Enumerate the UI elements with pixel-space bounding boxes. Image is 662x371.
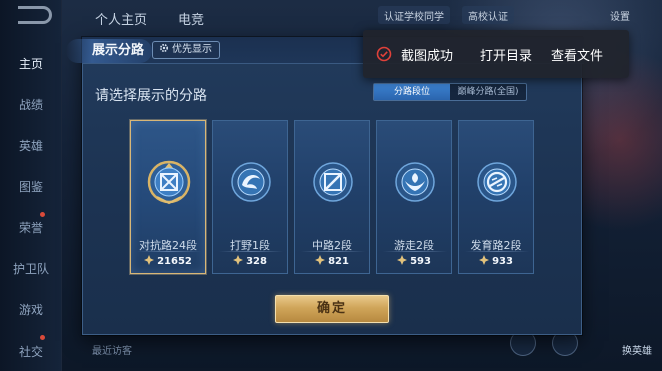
lane-card-score-value: 21652 (157, 256, 192, 267)
sidebar-item-home[interactable]: 主页 (0, 55, 62, 72)
success-check-icon (376, 46, 392, 62)
lane-card-score: 328 (213, 255, 287, 267)
lane-card-clash[interactable]: 对抗路24段 21652 (130, 120, 206, 274)
lane-card-mid[interactable]: 中路2段 821 (294, 120, 370, 274)
toast-message: 截图成功 (401, 49, 454, 64)
notification-dot (40, 212, 45, 217)
school-link[interactable]: 认证学校同学 (378, 6, 450, 24)
lane-display-dialog: 展示分路 优先显示 请选择展示的分路 分路段位 巅峰分路(全国) 对抗路24段 (66, 37, 584, 335)
lane-mode-segmented-control: 分路段位 巅峰分路(全国) (373, 83, 527, 101)
priority-display-label: 优先显示 (172, 44, 212, 55)
switch-hero-label[interactable]: 换英雄 (622, 342, 652, 357)
dialog-title: 展示分路 (92, 43, 145, 58)
screenshot-toast: 截图成功 打开目录 查看文件 (363, 30, 629, 78)
sidebar: 主页 战绩 英雄 图鉴 荣誉 护卫队 游戏 社交 (0, 0, 62, 371)
farm-lane-emblem-icon (477, 162, 517, 202)
tab-peak-lane-national[interactable]: 巅峰分路(全国) (450, 84, 526, 100)
score-icon (479, 255, 490, 265)
lane-card-score-value: 328 (246, 256, 267, 267)
lane-card-score: 593 (377, 255, 451, 267)
roam-emblem-icon (395, 162, 435, 202)
confirm-button[interactable]: 确定 (275, 295, 389, 323)
lane-card-farm[interactable]: 发育路2段 933 (458, 120, 534, 274)
card-divider (301, 251, 365, 252)
dialog-prompt: 请选择展示的分路 (95, 88, 207, 104)
mid-lane-emblem-icon (313, 162, 353, 202)
card-divider (219, 251, 283, 252)
notification-dot (40, 335, 45, 340)
score-icon (233, 255, 244, 265)
back-logo-icon[interactable] (18, 6, 52, 24)
score-icon (315, 255, 326, 265)
score-icon (397, 255, 408, 265)
tab-lane-rank[interactable]: 分路段位 (374, 84, 450, 100)
jungle-emblem-icon (231, 162, 271, 202)
card-divider (137, 251, 201, 252)
open-folder-link[interactable]: 打开目录 (480, 45, 532, 64)
lane-card-score: 21652 (131, 255, 205, 267)
sidebar-item-heroes[interactable]: 英雄 (0, 137, 62, 154)
clash-lane-emblem-icon (147, 160, 191, 205)
view-file-link[interactable]: 查看文件 (551, 45, 603, 64)
sidebar-item-game[interactable]: 游戏 (0, 301, 62, 318)
sidebar-item-codex[interactable]: 图鉴 (0, 178, 62, 195)
sidebar-item-social[interactable]: 社交 (0, 343, 62, 360)
tab-profile[interactable]: 个人主页 (95, 9, 147, 28)
card-divider (465, 251, 529, 252)
sidebar-item-record[interactable]: 战绩 (0, 96, 62, 113)
lane-card-jungle[interactable]: 打野1段 328 (212, 120, 288, 274)
school-badge[interactable]: 高校认证 (462, 6, 514, 24)
lane-card-score: 933 (459, 255, 533, 267)
lane-card-roam[interactable]: 游走2段 593 (376, 120, 452, 274)
dialog-title-bar: 展示分路 (66, 39, 153, 63)
settings-link[interactable]: 设置 (604, 6, 636, 24)
gear-icon (159, 43, 169, 53)
recent-visitors[interactable]: 最近访客 (92, 342, 132, 357)
priority-display-button[interactable]: 优先显示 (152, 41, 220, 59)
sidebar-item-guard[interactable]: 护卫队 (0, 260, 62, 277)
lane-card-score-value: 933 (492, 256, 513, 267)
tab-esports[interactable]: 电竞 (178, 9, 204, 28)
lane-card-score: 821 (295, 255, 369, 267)
lane-card-score-value: 821 (328, 256, 349, 267)
card-divider (383, 251, 447, 252)
lane-card-score-value: 593 (410, 256, 431, 267)
sidebar-item-honor[interactable]: 荣誉 (0, 219, 62, 236)
score-icon (144, 255, 155, 265)
